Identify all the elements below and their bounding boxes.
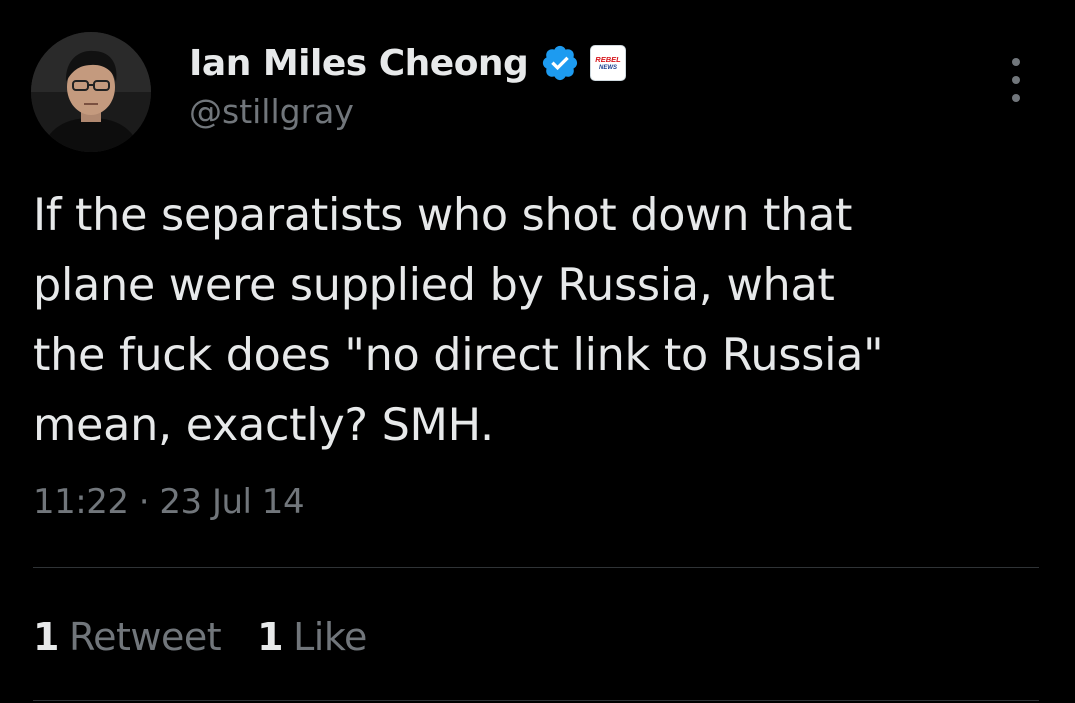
likes-label: Like [293, 615, 367, 659]
more-dot-icon [1012, 58, 1020, 66]
divider [33, 567, 1039, 568]
rebel-news-logo-icon: REBEL NEWS [593, 48, 624, 78]
affiliate-logo-icon[interactable]: REBEL NEWS [590, 45, 627, 81]
author-row: Ian Miles Cheong REBEL NEWS [189, 38, 627, 88]
more-dot-icon [1012, 94, 1020, 102]
more-dot-icon [1012, 76, 1020, 84]
tweet-text: If the separatists who shot down that pl… [33, 190, 884, 451]
retweets-label: Retweet [68, 615, 222, 659]
avatar[interactable] [31, 32, 151, 152]
avatar-image [31, 32, 151, 152]
verified-badge-icon[interactable] [540, 43, 580, 83]
svg-text:NEWS: NEWS [599, 65, 617, 71]
retweets-stat[interactable]: 1 Retweet [33, 615, 222, 659]
retweets-count: 1 [33, 615, 59, 659]
author-handle[interactable]: @stillgray [189, 92, 354, 131]
divider [33, 700, 1039, 701]
likes-stat[interactable]: 1 Like [257, 615, 367, 659]
svg-text:REBEL: REBEL [596, 55, 622, 64]
more-options-icon[interactable] [1001, 58, 1031, 102]
tweet-timestamp[interactable]: 11:22 · 23 Jul 14 [33, 482, 305, 522]
likes-count: 1 [257, 615, 284, 659]
author-display-name[interactable]: Ian Miles Cheong [189, 43, 529, 84]
tweet-stats: 1 Retweet 1 Like [33, 615, 367, 659]
tweet: Ian Miles Cheong REBEL NEWS @stillgray I… [0, 0, 1075, 703]
